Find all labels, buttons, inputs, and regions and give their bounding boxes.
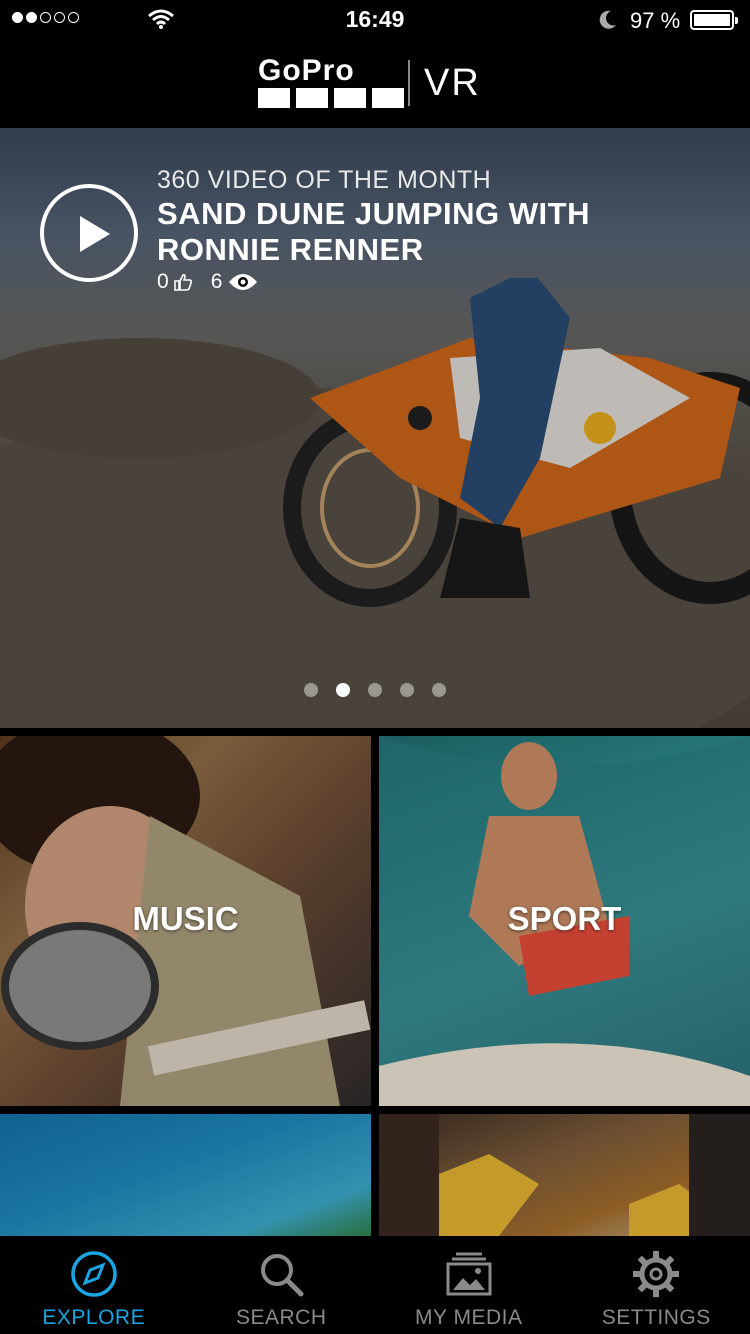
media-icon (446, 1252, 492, 1296)
gear-icon (633, 1251, 680, 1297)
bottom-tab-bar: EXPLORE SEARCH MY MEDIA SETTINGS (0, 1236, 750, 1334)
featured-video-banner[interactable]: 360 VIDEO OF THE MONTH SAND DUNE JUMPING… (0, 128, 750, 728)
tab-my-media[interactable]: MY MEDIA (375, 1236, 563, 1334)
tab-explore[interactable]: EXPLORE (0, 1236, 188, 1334)
hero-stats: 0 6 (157, 270, 258, 294)
logo-vr-text: VR (424, 62, 481, 104)
eye-icon (229, 274, 258, 290)
category-tile-4[interactable] (379, 1114, 750, 1236)
carousel-page-indicator[interactable] (0, 683, 750, 697)
carousel-dot[interactable] (400, 683, 414, 697)
category-tile-music[interactable]: MUSIC (0, 736, 371, 1106)
gopro-vr-logo: GoPro VR (258, 54, 498, 110)
hero-title: SAND DUNE JUMPING WITH RONNIE RENNER (157, 196, 590, 267)
carousel-dot[interactable] (432, 683, 446, 697)
carousel-dot[interactable] (336, 683, 350, 697)
views-count: 6 (210, 270, 223, 293)
battery-percent: 97 % (630, 8, 681, 33)
status-bar: 16:49 97 % (0, 0, 750, 40)
category-label: MUSIC (132, 900, 239, 937)
likes-count: 0 (157, 270, 169, 293)
tab-label: MY MEDIA (415, 1306, 523, 1329)
logo-divider (408, 60, 410, 106)
search-icon (261, 1254, 304, 1297)
logo-text: GoPro (258, 54, 355, 87)
tab-label: SEARCH (235, 1306, 327, 1329)
tab-search[interactable]: SEARCH (188, 1236, 376, 1334)
play-button[interactable] (40, 184, 138, 282)
compass-icon (71, 1251, 117, 1297)
carousel-dot[interactable] (368, 683, 382, 697)
thumbs-up-icon (173, 273, 192, 291)
tab-label: SETTINGS (601, 1306, 711, 1329)
category-tile-sport[interactable]: SPORT (379, 736, 750, 1106)
logo-blocks (258, 88, 404, 108)
hero-kicker: 360 VIDEO OF THE MONTH (157, 166, 492, 194)
do-not-disturb-icon (599, 10, 616, 29)
tab-settings[interactable]: SETTINGS (563, 1236, 750, 1334)
play-icon (80, 216, 110, 252)
category-label: SPORT (507, 900, 622, 937)
carousel-dot[interactable] (304, 683, 318, 697)
battery-icon (690, 10, 738, 30)
category-tile-3[interactable] (0, 1114, 371, 1236)
app-header: GoPro VR (0, 40, 750, 128)
tab-label: EXPLORE (42, 1306, 146, 1329)
